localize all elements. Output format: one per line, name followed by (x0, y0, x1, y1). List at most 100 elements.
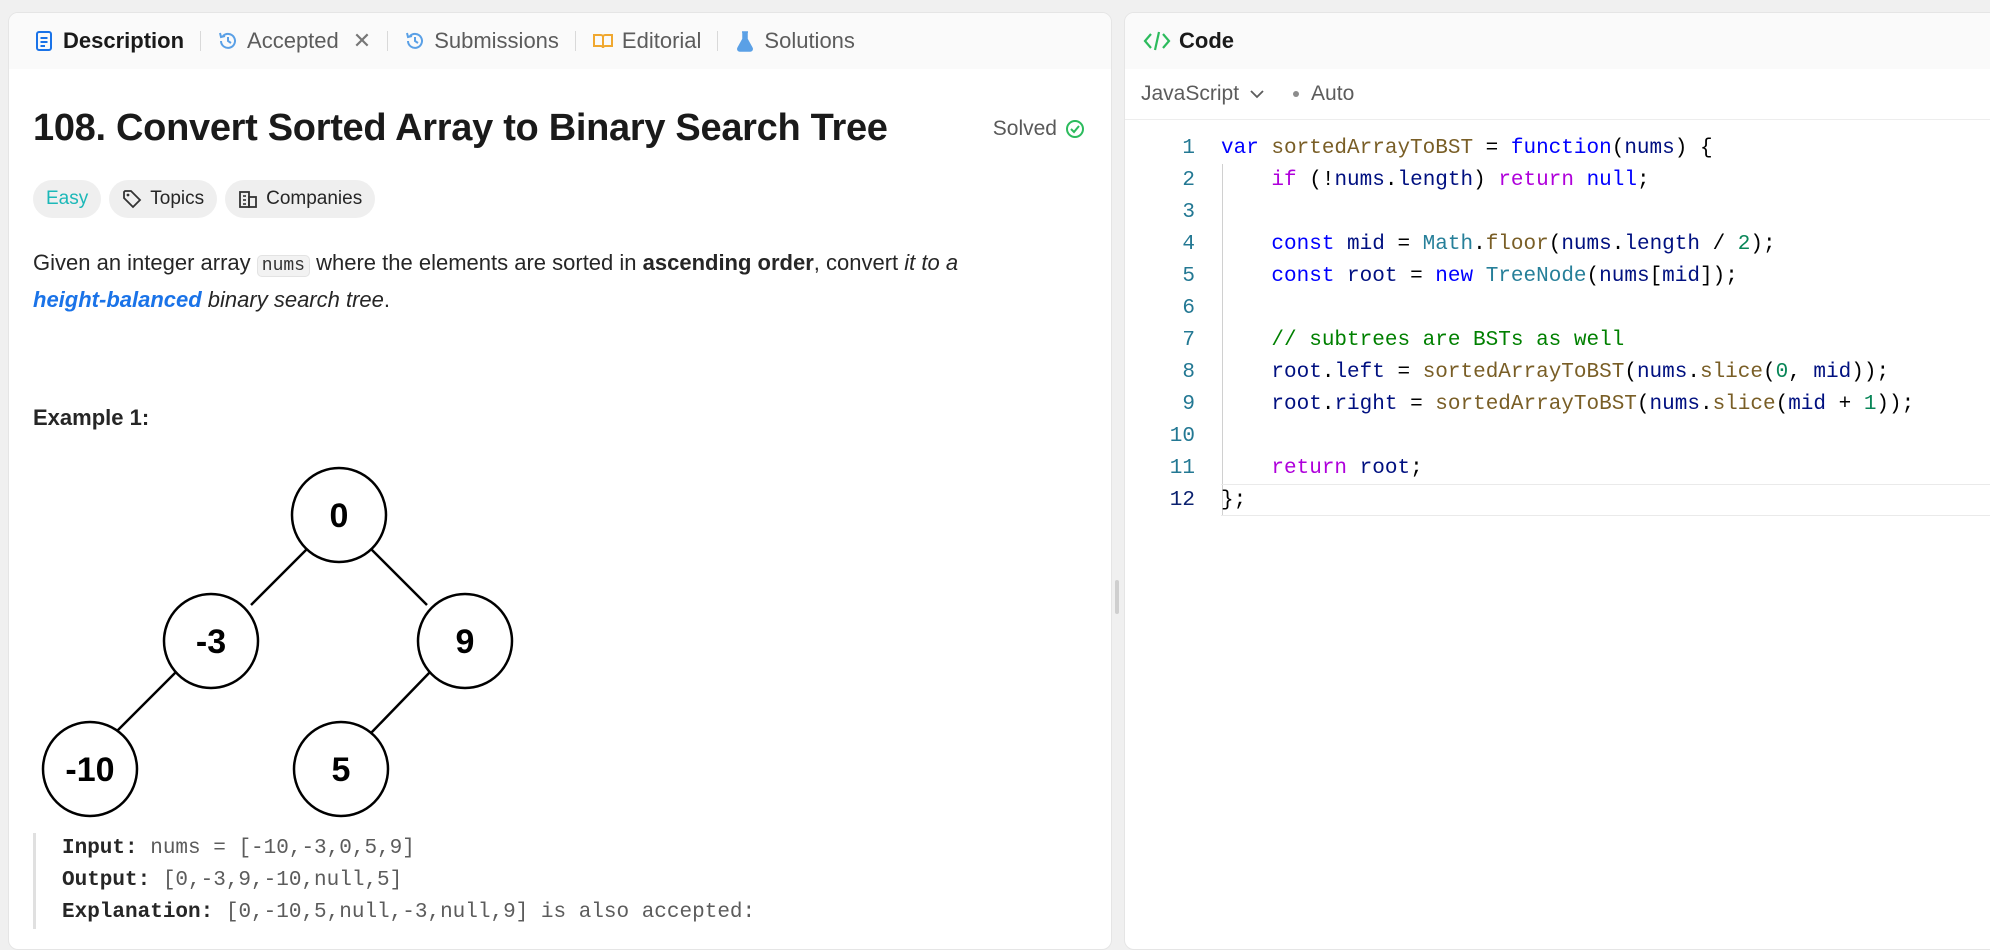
code-token: root (1271, 392, 1322, 416)
panel-resize-handle[interactable] (1115, 580, 1119, 614)
tab-label: Description (63, 28, 185, 53)
flask-icon (737, 31, 754, 52)
tree-node-label: -10 (65, 751, 114, 789)
code-token: return (1498, 168, 1574, 192)
line-number: 8 (1182, 360, 1195, 384)
code-token: sortedArrayToBST (1271, 136, 1474, 160)
close-icon[interactable]: ✕ (353, 28, 371, 54)
code-token: null (1586, 168, 1637, 192)
example-input: Input: nums = [-10,-3,0,5,9] (62, 833, 755, 865)
companies-chip[interactable]: Companies (225, 180, 376, 218)
line-number: 4 (1182, 232, 1195, 256)
code-token: slice (1712, 392, 1776, 416)
output-value: [0,-3,9,-10,null,5] (150, 869, 403, 892)
input-label: Input: (62, 837, 138, 860)
line-number: 1 (1182, 136, 1195, 160)
code-line[interactable]: 3 (1125, 196, 1990, 228)
code-token: const (1271, 232, 1335, 256)
code-token: mid (1788, 392, 1826, 416)
tree-node-label: 0 (330, 497, 349, 535)
code-line[interactable]: 11 return root; (1125, 452, 1990, 484)
chevron-down-icon[interactable] (1249, 89, 1265, 99)
code-icon (1143, 31, 1171, 51)
code-text: return root; (1271, 456, 1423, 480)
example-io-block: Input: nums = [-10,-3,0,5,9] Output: [0,… (33, 833, 755, 929)
auto-mode-label[interactable]: Auto (1311, 82, 1354, 106)
code-line[interactable]: 10 (1125, 420, 1990, 452)
code-token: slice (1699, 360, 1763, 384)
code-panel-header: Code (1125, 13, 1990, 69)
explanation-value: [0,-10,5,null,-3,null,9] is also accepte… (213, 901, 756, 924)
code-line[interactable]: 12}; (1125, 484, 1990, 516)
tab-label: Accepted (247, 28, 339, 53)
desc-italic: it to a (904, 250, 959, 275)
output-label: Output: (62, 869, 151, 892)
problem-panel: Description Accepted ✕ Submissions Edito… (8, 12, 1112, 950)
tab-accepted[interactable]: Accepted ✕ (211, 13, 377, 69)
code-text: var sortedArrayToBST = function(nums) { (1221, 136, 1713, 160)
tab-description[interactable]: Description (27, 13, 190, 69)
tree-edge (250, 542, 314, 606)
tab-divider (200, 31, 202, 51)
history-icon (219, 32, 237, 49)
code-token: nums (1334, 168, 1385, 192)
code-line[interactable]: 2 if (!nums.length) return null; (1125, 164, 1990, 196)
tab-solutions[interactable]: Solutions (728, 13, 861, 69)
code-line[interactable]: 9 root.right = sortedArrayToBST(nums.sli… (1125, 388, 1990, 420)
companies-label: Companies (266, 188, 363, 209)
current-line-highlight (1221, 484, 1990, 516)
code-token: nums (1649, 392, 1700, 416)
code-line[interactable]: 8 root.left = sortedArrayToBST(nums.slic… (1125, 356, 1990, 388)
tab-editorial[interactable]: Editorial (586, 13, 707, 69)
code-text: root.right = sortedArrayToBST(nums.slice… (1271, 392, 1915, 416)
code-token: mid (1813, 360, 1852, 384)
title-row: 108. Convert Sorted Array to Binary Sear… (33, 107, 1087, 150)
code-panel-title: Code (1179, 28, 1234, 53)
line-number: 5 (1182, 264, 1195, 288)
code-token: var (1221, 136, 1259, 160)
tree-node-label: 9 (456, 623, 475, 661)
language-select[interactable]: JavaScript (1141, 82, 1239, 106)
desc-text: , convert (813, 250, 905, 275)
tag-chips: Easy Topics Companies (33, 180, 1087, 218)
solved-label: Solved (992, 116, 1057, 140)
book-icon (592, 34, 613, 49)
example-output: Output: [0,-3,9,-10,null,5] (62, 865, 755, 897)
tab-divider (574, 31, 576, 51)
code-line[interactable]: 4 const mid = Math.floor(nums.length / 2… (1125, 228, 1990, 260)
inline-code: nums (256, 255, 310, 277)
line-number: 7 (1182, 328, 1195, 352)
code-token: new (1435, 264, 1474, 288)
code-line[interactable]: 6 (1125, 292, 1990, 324)
code-token: nums (1624, 136, 1675, 160)
code-text: // subtrees are BSTs as well (1221, 329, 1624, 352)
tab-submissions[interactable]: Submissions (398, 13, 565, 69)
problem-tab-bar: Description Accepted ✕ Submissions Edito… (9, 13, 1111, 69)
code-token: TreeNode (1485, 264, 1587, 288)
topics-chip[interactable]: Topics (109, 180, 218, 218)
height-balanced-link[interactable]: height-balanced (33, 287, 202, 312)
document-icon (36, 31, 52, 51)
code-token: 2 (1737, 232, 1751, 256)
code-line[interactable]: 5 const root = new TreeNode(nums[mid]); (1125, 260, 1990, 292)
code-text: const root = new TreeNode(nums[mid]); (1271, 264, 1738, 288)
difficulty-badge[interactable]: Easy (33, 180, 102, 218)
tree-node-label: -3 (196, 623, 226, 661)
problem-title[interactable]: 108. Convert Sorted Array to Binary Sear… (33, 107, 888, 150)
tab-divider (717, 31, 719, 51)
code-token: floor (1485, 232, 1549, 256)
tab-label: Solutions (764, 28, 855, 53)
line-number: 3 (1182, 200, 1195, 224)
code-token: 1 (1863, 392, 1877, 416)
code-token: 0 (1775, 360, 1789, 384)
code-line[interactable]: 7 // subtrees are BSTs as well (1125, 324, 1990, 356)
code-token: mid (1662, 264, 1700, 288)
line-number: 6 (1182, 296, 1195, 320)
code-text: const mid = Math.floor(nums.length / 2); (1271, 232, 1776, 256)
code-token: return (1271, 456, 1348, 480)
code-token: root (1347, 264, 1398, 288)
code-line[interactable]: 1 var sortedArrayToBST = function(nums) { (1125, 132, 1990, 164)
code-editor[interactable]: 1 var sortedArrayToBST = function(nums) {… (1125, 120, 1990, 516)
code-token: right (1334, 392, 1398, 416)
code-text: root.left = sortedArrayToBST(nums.slice(… (1271, 360, 1890, 384)
